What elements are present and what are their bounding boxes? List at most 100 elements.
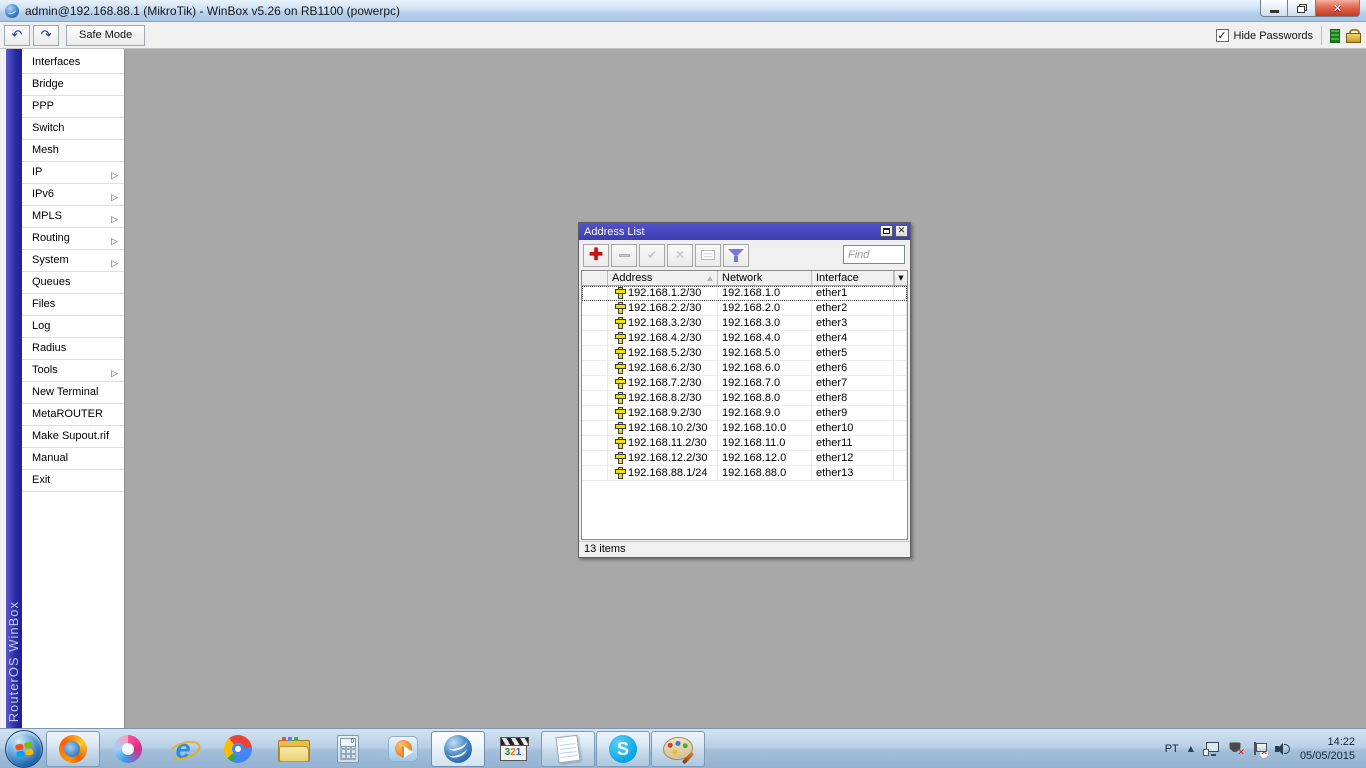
- start-button[interactable]: [5, 729, 43, 768]
- sidebar-item-mesh[interactable]: Mesh: [22, 140, 124, 162]
- table-row[interactable]: 192.168.5.2/30 192.168.5.0 ether5: [582, 346, 907, 361]
- undo-icon: ↶: [11, 27, 23, 43]
- taskbar-item-paint[interactable]: [651, 730, 705, 767]
- header-network[interactable]: Network: [718, 271, 812, 285]
- minimize-button[interactable]: [1260, 0, 1288, 17]
- ip-address-icon: [616, 407, 625, 419]
- sidebar-item-metarouter[interactable]: MetaROUTER: [22, 404, 124, 426]
- table-row[interactable]: 192.168.6.2/30 192.168.6.0 ether6: [582, 361, 907, 376]
- close-icon: ✕: [1332, 1, 1343, 15]
- hide-passwords-checkbox[interactable]: ✓: [1215, 29, 1229, 42]
- spark-browser-icon: [114, 734, 142, 763]
- table-row[interactable]: 192.168.7.2/30 192.168.7.0 ether7: [582, 376, 907, 391]
- paint-icon: [661, 735, 695, 762]
- disable-cross-icon: ✕: [674, 248, 686, 262]
- sidebar-item-exit[interactable]: Exit: [22, 470, 124, 492]
- taskbar-item-calculator[interactable]: [321, 731, 375, 767]
- sidebar-item-make-supout[interactable]: Make Supout.rif: [22, 426, 124, 448]
- table-row[interactable]: 192.168.1.2/30 192.168.1.0 ether1: [582, 286, 907, 301]
- ip-address-icon: [616, 437, 625, 449]
- table-row[interactable]: 192.168.4.2/30 192.168.4.0 ether4: [582, 331, 907, 346]
- safe-mode-button[interactable]: Safe Mode: [66, 24, 146, 46]
- clock[interactable]: 14:22 05/05/2015: [1300, 735, 1355, 763]
- remove-address-button[interactable]: [611, 243, 637, 267]
- tray-date: 05/05/2015: [1299, 749, 1355, 762]
- close-button[interactable]: ✕: [1316, 0, 1360, 17]
- address-list-titlebar[interactable]: Address List ✕: [579, 223, 910, 240]
- taskbar-item-notepad[interactable]: [541, 730, 595, 767]
- sidebar-item-mpls[interactable]: MPLS ▷: [22, 206, 124, 228]
- undo-button[interactable]: ↶: [4, 24, 30, 46]
- taskbar-item-media-player[interactable]: [376, 731, 430, 767]
- taskbar-item-internet-explorer[interactable]: e: [156, 731, 210, 767]
- sidebar-item-manual[interactable]: Manual: [22, 448, 124, 470]
- find-input[interactable]: [843, 245, 905, 264]
- action-center-flag-icon[interactable]: ✕: [1252, 741, 1268, 758]
- skype-icon: S: [609, 734, 637, 763]
- table-row[interactable]: 192.168.11.2/30 192.168.11.0 ether11: [582, 436, 907, 451]
- taskbar-item-winbox[interactable]: [431, 730, 485, 767]
- sidebar-item-ip[interactable]: IP ▷: [22, 162, 124, 184]
- taskbar-item-media-player-classic[interactable]: 321: [486, 731, 540, 767]
- header-interface[interactable]: Interface: [812, 271, 894, 285]
- sidebar-item-new-terminal[interactable]: New Terminal: [22, 382, 124, 404]
- header-address[interactable]: Address: [608, 271, 718, 285]
- disable-address-button[interactable]: ✕: [667, 243, 693, 267]
- sidebar-item-switch[interactable]: Switch: [22, 118, 124, 140]
- show-hidden-icons-button[interactable]: ▲: [1188, 744, 1194, 753]
- sidebar-item-interfaces[interactable]: Interfaces: [22, 52, 124, 74]
- table-row[interactable]: 192.168.8.2/30 192.168.8.0 ether8: [582, 391, 907, 406]
- sidebar-item-routing[interactable]: Routing ▷: [22, 228, 124, 250]
- app-titlebar[interactable]: admin@192.168.88.1 (MikroTik) - WinBox v…: [0, 0, 1366, 22]
- taskbar: e 321 S PT ▲ ✕ ✕ 14:22 05/05/2015: [0, 728, 1366, 768]
- sidebar-item-queues[interactable]: Queues: [22, 272, 124, 294]
- filter-button[interactable]: [723, 243, 749, 267]
- ip-address-icon: [616, 467, 625, 479]
- table-row[interactable]: 192.168.88.1/24 192.168.88.0 ether13: [582, 466, 907, 481]
- screen: admin@192.168.88.1 (MikroTik) - WinBox v…: [0, 0, 1366, 768]
- taskbar-item-spark-browser[interactable]: [101, 731, 155, 767]
- ip-address-icon: [616, 317, 625, 329]
- column-picker-button[interactable]: ▼: [894, 271, 907, 285]
- sidebar-item-files[interactable]: Files: [22, 294, 124, 316]
- error-cross-icon: ✕: [1237, 747, 1245, 758]
- sidebar-item-ipv6[interactable]: IPv6 ▷: [22, 184, 124, 206]
- comment-icon: [701, 250, 715, 260]
- table-row[interactable]: 192.168.3.2/30 192.168.3.0 ether3: [582, 316, 907, 331]
- maximize-icon: [883, 228, 890, 234]
- speaker-icon[interactable]: [1274, 742, 1291, 756]
- add-address-button[interactable]: ✚: [583, 243, 609, 267]
- address-list-maximize-button[interactable]: [880, 225, 893, 237]
- address-list-close-button[interactable]: ✕: [895, 225, 908, 237]
- taskbar-item-firefox[interactable]: [46, 730, 100, 767]
- redo-button[interactable]: ↷: [33, 24, 59, 46]
- sidebar-item-system[interactable]: System ▷: [22, 250, 124, 272]
- sidebar-item-ppp[interactable]: PPP: [22, 96, 124, 118]
- address-list-window-controls: ✕: [880, 225, 908, 237]
- table-row[interactable]: 192.168.9.2/30 192.168.9.0 ether9: [582, 406, 907, 421]
- app-title: admin@192.168.88.1 (MikroTik) - WinBox v…: [25, 3, 401, 18]
- sidebar-item-bridge[interactable]: Bridge: [22, 74, 124, 96]
- chevron-down-icon: ▼: [898, 274, 904, 282]
- chrome-icon: [224, 734, 252, 763]
- comment-button[interactable]: [695, 243, 721, 267]
- enable-address-button[interactable]: ✔: [639, 243, 665, 267]
- taskbar-item-chrome[interactable]: [211, 731, 265, 767]
- taskbar-item-windows-explorer[interactable]: [266, 731, 320, 767]
- taskbar-item-skype[interactable]: S: [596, 730, 650, 767]
- sidebar-item-radius[interactable]: Radius: [22, 338, 124, 360]
- language-indicator[interactable]: PT: [1165, 743, 1179, 755]
- table-row[interactable]: 192.168.2.2/30 192.168.2.0 ether2: [582, 301, 907, 316]
- restore-button[interactable]: [1288, 0, 1316, 17]
- secure-session-lock-icon: [1346, 28, 1361, 43]
- table-row[interactable]: 192.168.12.2/30 192.168.12.0 ether12: [582, 451, 907, 466]
- power-plug-icon[interactable]: ✕: [1228, 742, 1245, 758]
- network-status-icon[interactable]: [1202, 741, 1219, 756]
- table-row[interactable]: 192.168.10.2/30 192.168.10.0 ether10: [582, 421, 907, 436]
- sidebar-item-tools[interactable]: Tools ▷: [22, 360, 124, 382]
- header-selector-column[interactable]: [582, 271, 608, 285]
- sidebar-item-log[interactable]: Log: [22, 316, 124, 338]
- folder-icon: [278, 736, 310, 762]
- ip-address-icon: [616, 362, 625, 374]
- address-table-body: 192.168.1.2/30 192.168.1.0 ether1 192.16…: [582, 286, 907, 539]
